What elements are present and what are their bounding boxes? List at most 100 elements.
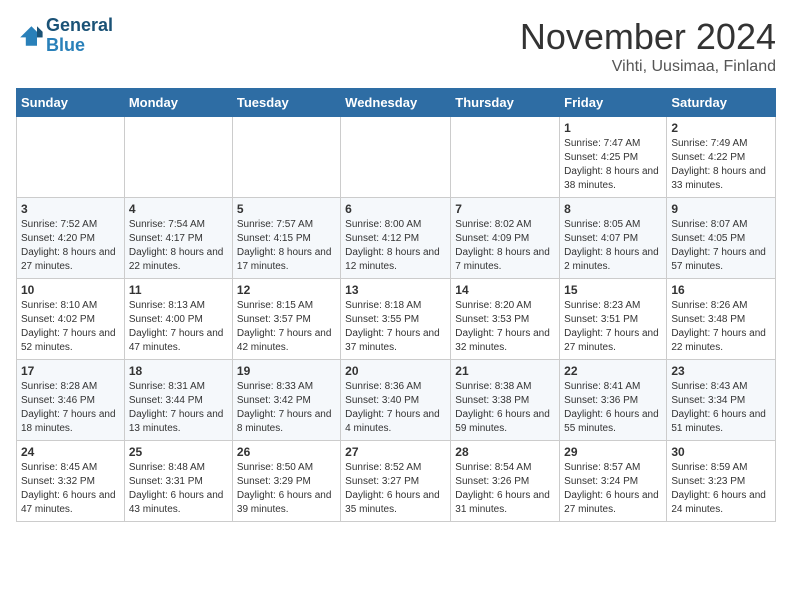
- month-title: November 2024: [520, 16, 776, 58]
- day-number: 27: [345, 445, 446, 459]
- day-info: Sunrise: 8:59 AM Sunset: 3:23 PM Dayligh…: [671, 461, 771, 517]
- day-number: 19: [237, 364, 336, 378]
- day-info: Sunrise: 8:28 AM Sunset: 3:46 PM Dayligh…: [21, 380, 120, 436]
- day-info: Sunrise: 8:05 AM Sunset: 4:07 PM Dayligh…: [564, 218, 662, 274]
- day-number: 14: [455, 283, 555, 297]
- calendar-cell: [232, 117, 340, 198]
- calendar-cell: 4Sunrise: 7:54 AM Sunset: 4:17 PM Daylig…: [124, 198, 232, 279]
- calendar-cell: [124, 117, 232, 198]
- page: General Blue November 2024 Vihti, Uusima…: [0, 0, 792, 538]
- calendar-cell: 24 Sunrise: 8:45 AM Sunset: 3:32 PM Dayli…: [17, 441, 125, 522]
- calendar-cell: 19 Sunrise: 8:33 AM Sunset: 3:42 PM Dayli…: [232, 360, 340, 441]
- day-info: Sunrise: 8:50 AM Sunset: 3:29 PM Dayligh…: [237, 461, 336, 517]
- day-number: 1: [564, 121, 662, 135]
- calendar-cell: 27Sunrise: 8:52 AM Sunset: 3:27 PM Dayli…: [341, 441, 451, 522]
- day-number: 12: [237, 283, 336, 297]
- weekday-header-friday: Friday: [560, 89, 667, 117]
- calendar-cell: 10 Sunrise: 8:10 AM Sunset: 4:02 PM Dayli…: [17, 279, 125, 360]
- day-info: Sunrise: 8:54 AM Sunset: 3:26 PM Dayligh…: [455, 461, 555, 517]
- day-number: 18: [129, 364, 228, 378]
- calendar-cell: 15Sunrise: 8:23 AM Sunset: 3:51 PM Dayli…: [560, 279, 667, 360]
- day-number: 25: [129, 445, 228, 459]
- day-info: Sunrise: 8:00 AM Sunset: 4:12 PM Dayligh…: [345, 218, 446, 274]
- day-info: Sunrise: 8:13 AM Sunset: 4:00 PM Dayligh…: [129, 299, 228, 355]
- logo-line2: Blue: [46, 36, 113, 56]
- weekday-header-thursday: Thursday: [451, 89, 560, 117]
- day-info: Sunrise: 8:45 AM Sunset: 3:32 PM Dayligh…: [21, 461, 120, 517]
- calendar-cell: 9 Sunrise: 8:07 AM Sunset: 4:05 PM Daylig…: [667, 198, 776, 279]
- calendar-cell: 29 Sunrise: 8:57 AM Sunset: 3:24 PM Dayli…: [560, 441, 667, 522]
- day-number: 15: [564, 283, 662, 297]
- logo-line1: General: [46, 16, 113, 36]
- calendar-cell: 20 Sunrise: 8:36 AM Sunset: 3:40 PM Dayli…: [341, 360, 451, 441]
- weekday-header-tuesday: Tuesday: [232, 89, 340, 117]
- day-number: 20: [345, 364, 446, 378]
- calendar-body: 1 Sunrise: 7:47 AM Sunset: 4:25 PM Daylig…: [17, 117, 776, 522]
- calendar-week-4: 17Sunrise: 8:28 AM Sunset: 3:46 PM Dayli…: [17, 360, 776, 441]
- day-number: 8: [564, 202, 662, 216]
- day-info: Sunrise: 8:43 AM Sunset: 3:34 PM Dayligh…: [671, 380, 771, 436]
- calendar: SundayMondayTuesdayWednesdayThursdayFrid…: [16, 88, 776, 522]
- day-number: 29: [564, 445, 662, 459]
- calendar-cell: 8 Sunrise: 8:05 AM Sunset: 4:07 PM Daylig…: [560, 198, 667, 279]
- day-number: 9: [671, 202, 771, 216]
- day-number: 26: [237, 445, 336, 459]
- day-number: 5: [237, 202, 336, 216]
- day-info: Sunrise: 7:57 AM Sunset: 4:15 PM Dayligh…: [237, 218, 336, 274]
- weekday-header-row: SundayMondayTuesdayWednesdayThursdayFrid…: [17, 89, 776, 117]
- day-info: Sunrise: 8:33 AM Sunset: 3:42 PM Dayligh…: [237, 380, 336, 436]
- calendar-cell: 26 Sunrise: 8:50 AM Sunset: 3:29 PM Dayli…: [232, 441, 340, 522]
- calendar-cell: 5 Sunrise: 7:57 AM Sunset: 4:15 PM Daylig…: [232, 198, 340, 279]
- day-info: Sunrise: 8:38 AM Sunset: 3:38 PM Dayligh…: [455, 380, 555, 436]
- calendar-cell: 16Sunrise: 8:26 AM Sunset: 3:48 PM Dayli…: [667, 279, 776, 360]
- calendar-cell: 22 Sunrise: 8:41 AM Sunset: 3:36 PM Dayli…: [560, 360, 667, 441]
- calendar-cell: 3 Sunrise: 7:52 AM Sunset: 4:20 PM Daylig…: [17, 198, 125, 279]
- title-block: November 2024 Vihti, Uusimaa, Finland: [520, 16, 776, 76]
- day-info: Sunrise: 7:52 AM Sunset: 4:20 PM Dayligh…: [21, 218, 120, 274]
- day-number: 30: [671, 445, 771, 459]
- calendar-cell: 23 Sunrise: 8:43 AM Sunset: 3:34 PM Dayli…: [667, 360, 776, 441]
- calendar-week-2: 3 Sunrise: 7:52 AM Sunset: 4:20 PM Daylig…: [17, 198, 776, 279]
- calendar-cell: [17, 117, 125, 198]
- day-info: Sunrise: 7:49 AM Sunset: 4:22 PM Dayligh…: [671, 137, 771, 193]
- calendar-cell: 1 Sunrise: 7:47 AM Sunset: 4:25 PM Daylig…: [560, 117, 667, 198]
- day-info: Sunrise: 8:41 AM Sunset: 3:36 PM Dayligh…: [564, 380, 662, 436]
- calendar-cell: 25Sunrise: 8:48 AM Sunset: 3:31 PM Dayli…: [124, 441, 232, 522]
- day-info: Sunrise: 8:36 AM Sunset: 3:40 PM Dayligh…: [345, 380, 446, 436]
- day-info: Sunrise: 8:57 AM Sunset: 3:24 PM Dayligh…: [564, 461, 662, 517]
- day-number: 23: [671, 364, 771, 378]
- day-number: 10: [21, 283, 120, 297]
- day-info: Sunrise: 8:07 AM Sunset: 4:05 PM Dayligh…: [671, 218, 771, 274]
- calendar-week-5: 24 Sunrise: 8:45 AM Sunset: 3:32 PM Dayli…: [17, 441, 776, 522]
- day-info: Sunrise: 8:18 AM Sunset: 3:55 PM Dayligh…: [345, 299, 446, 355]
- calendar-cell: 28 Sunrise: 8:54 AM Sunset: 3:26 PM Dayli…: [451, 441, 560, 522]
- calendar-week-3: 10 Sunrise: 8:10 AM Sunset: 4:02 PM Dayli…: [17, 279, 776, 360]
- calendar-cell: 7Sunrise: 8:02 AM Sunset: 4:09 PM Daylig…: [451, 198, 560, 279]
- day-info: Sunrise: 8:10 AM Sunset: 4:02 PM Dayligh…: [21, 299, 120, 355]
- day-number: 7: [455, 202, 555, 216]
- calendar-cell: 14 Sunrise: 8:20 AM Sunset: 3:53 PM Dayli…: [451, 279, 560, 360]
- location-title: Vihti, Uusimaa, Finland: [520, 58, 776, 76]
- day-number: 11: [129, 283, 228, 297]
- weekday-header-wednesday: Wednesday: [341, 89, 451, 117]
- logo-icon: [16, 22, 44, 50]
- day-number: 24: [21, 445, 120, 459]
- day-number: 4: [129, 202, 228, 216]
- day-info: Sunrise: 8:20 AM Sunset: 3:53 PM Dayligh…: [455, 299, 555, 355]
- day-number: 16: [671, 283, 771, 297]
- day-number: 28: [455, 445, 555, 459]
- day-info: Sunrise: 7:47 AM Sunset: 4:25 PM Dayligh…: [564, 137, 662, 193]
- weekday-header-sunday: Sunday: [17, 89, 125, 117]
- day-number: 2: [671, 121, 771, 135]
- day-number: 6: [345, 202, 446, 216]
- day-info: Sunrise: 8:31 AM Sunset: 3:44 PM Dayligh…: [129, 380, 228, 436]
- day-number: 3: [21, 202, 120, 216]
- calendar-cell: 2 Sunrise: 7:49 AM Sunset: 4:22 PM Daylig…: [667, 117, 776, 198]
- calendar-cell: [341, 117, 451, 198]
- day-number: 22: [564, 364, 662, 378]
- logo: General Blue: [16, 16, 113, 56]
- calendar-cell: 11 Sunrise: 8:13 AM Sunset: 4:00 PM Dayli…: [124, 279, 232, 360]
- calendar-cell: 30 Sunrise: 8:59 AM Sunset: 3:23 PM Dayli…: [667, 441, 776, 522]
- calendar-cell: 13 Sunrise: 8:18 AM Sunset: 3:55 PM Dayli…: [341, 279, 451, 360]
- day-number: 13: [345, 283, 446, 297]
